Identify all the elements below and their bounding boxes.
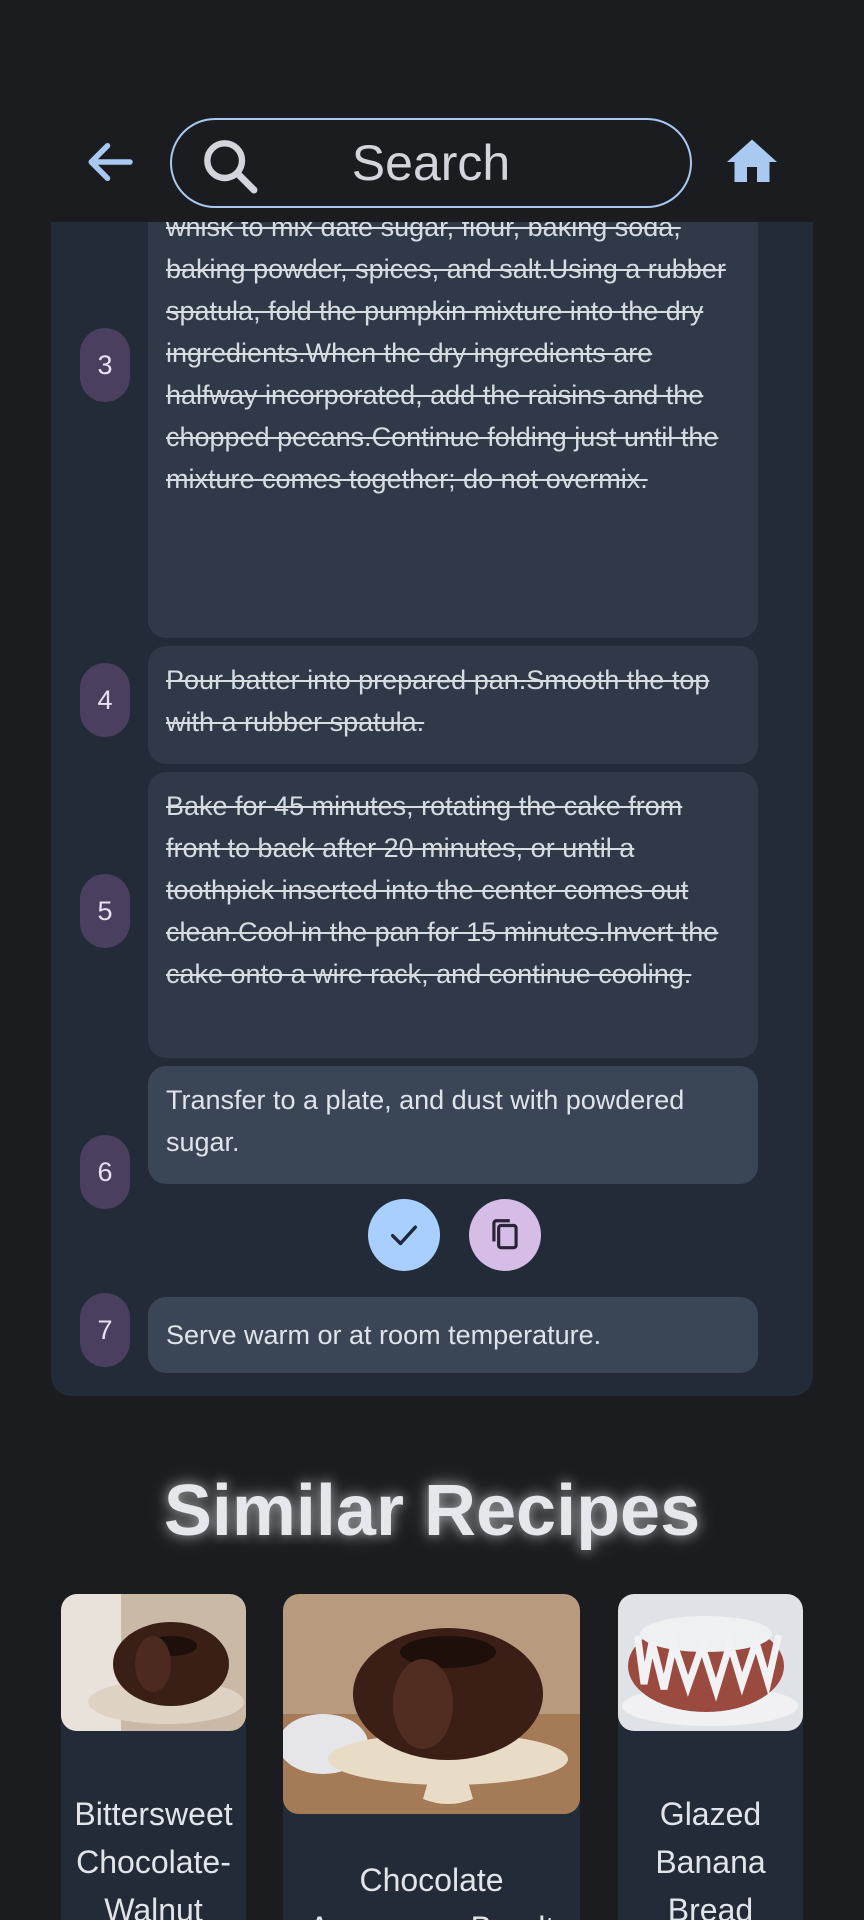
- copy-step-button[interactable]: [469, 1199, 541, 1271]
- step-number: 5: [80, 874, 130, 948]
- recipe-card[interactable]: Chocolate Asparagus Bundt: [283, 1594, 580, 1920]
- arrow-left-icon: [88, 143, 133, 181]
- search-input[interactable]: Search: [262, 120, 600, 206]
- instructions-card: 3 vinegar, and vanilla.In a large bowl, …: [51, 150, 813, 1396]
- step-actions: [51, 1199, 813, 1271]
- copy-icon: [492, 1219, 518, 1250]
- step-text[interactable]: Pour batter into prepared pan.Smooth the…: [148, 646, 758, 764]
- step-text[interactable]: Bake for 45 minutes, rotating the cake f…: [148, 772, 758, 1058]
- recipe-name: Chocolate Asparagus Bundt: [309, 1862, 555, 1920]
- recipe-image: [283, 1594, 580, 1814]
- recipe-image: [61, 1594, 246, 1731]
- step-number: 3: [80, 328, 130, 402]
- step-number: 4: [80, 663, 130, 737]
- recipe-name: Bittersweet Chocolate-Walnut: [74, 1796, 233, 1920]
- step-text[interactable]: Serve warm or at room temperature.: [148, 1297, 758, 1373]
- step-number: 7: [80, 1293, 130, 1367]
- search-bar[interactable]: Search: [170, 118, 692, 208]
- back-button[interactable]: [80, 132, 140, 192]
- similar-recipes-title: Similar Recipes: [163, 1471, 701, 1551]
- step-text[interactable]: Transfer to a plate, and dust with powde…: [148, 1066, 758, 1184]
- mark-done-button[interactable]: [368, 1199, 440, 1271]
- home-button[interactable]: [722, 132, 782, 192]
- search-icon: [204, 140, 258, 194]
- top-bar: Search: [0, 0, 864, 222]
- check-icon: [390, 1225, 418, 1246]
- step-number: 6: [80, 1135, 130, 1209]
- recipe-name: Glazed Banana Bread: [655, 1796, 766, 1920]
- recipe-card[interactable]: Glazed Banana Bread: [618, 1594, 803, 1920]
- home-icon: [727, 139, 777, 182]
- recipe-image: [618, 1594, 803, 1731]
- step-text[interactable]: vinegar, and vanilla.In a large bowl, us…: [148, 150, 758, 638]
- recipe-card[interactable]: Bittersweet Chocolate-Walnut: [61, 1594, 246, 1920]
